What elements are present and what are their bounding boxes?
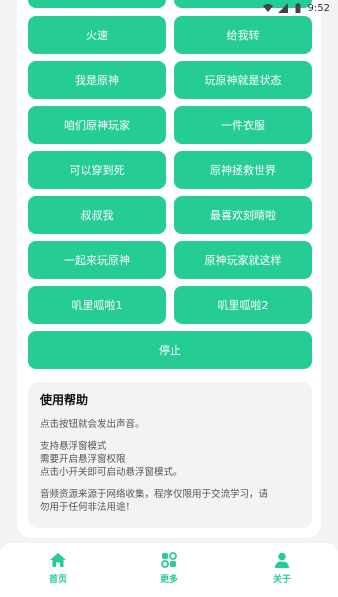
sound-button-label: 叽里呱啦1 [71, 299, 123, 312]
help-line: 勿用于任何非法用途！ [40, 502, 136, 513]
sound-button-label: 咱们原神玩家 [64, 119, 130, 132]
help-line: 点击小开关即可启动悬浮窗模式。 [40, 467, 183, 478]
sound-button-label: 玩原神就是状态 [204, 74, 282, 87]
sound-button-label: 最喜欢刻晴啦 [210, 209, 276, 222]
sound-button-1[interactable]: 火速 [28, 16, 166, 54]
help-line: 点击按钮就会发出声音。 [40, 419, 145, 430]
sound-button-11[interactable]: 一起来玩原神 [28, 241, 166, 279]
home-icon [50, 553, 66, 567]
sound-button-12[interactable]: 原神玩家就这样 [174, 241, 312, 279]
sound-button-label: 一件衣服 [221, 119, 265, 132]
status-bar: 9:52 [0, 0, 338, 16]
sound-button-label: 给我转 [226, 29, 260, 42]
nav-about-label: 关于 [272, 575, 291, 585]
nav-home-label: 首页 [48, 575, 67, 585]
status-time: 9:52 [307, 2, 330, 14]
nav-more-label: 更多 [159, 575, 178, 585]
sound-button-13[interactable]: 叽里呱啦1 [28, 286, 166, 324]
sound-button-label: 叔叔我 [80, 209, 114, 222]
sound-button-5[interactable]: 咱们原神玩家 [28, 106, 166, 144]
wifi-icon [262, 3, 273, 13]
help-line: 需要开启悬浮窗权限 [40, 454, 126, 465]
sound-button-label: 一起来玩原神 [64, 254, 130, 267]
help-line: 音频资源来源于网络收集，程序仅限用于交流学习，请 [40, 489, 269, 500]
sound-button-7[interactable]: 可以穿到死 [28, 151, 166, 189]
stop-button-label: 停止 [159, 344, 181, 357]
sound-button-14[interactable]: 叽里呱啦2 [174, 286, 312, 324]
sound-button-9[interactable]: 叔叔我 [28, 196, 166, 234]
stop-button[interactable]: 停止 [28, 331, 312, 369]
sound-button-4[interactable]: 玩原神就是状态 [174, 61, 312, 99]
sound-button-label: 我是原神 [75, 74, 119, 87]
signal-icon [277, 3, 288, 13]
help-title: 使用帮助 [40, 393, 89, 407]
nav-more[interactable]: 更多 [139, 551, 199, 585]
nav-home[interactable]: 首页 [28, 551, 88, 585]
battery-icon [293, 3, 303, 13]
sound-button-2[interactable]: 给我转 [174, 16, 312, 54]
nav-about[interactable]: 关于 [252, 551, 312, 585]
more-icon [161, 552, 177, 568]
sound-button-label: 原神拯救世界 [210, 164, 276, 177]
bottom-nav: 首页 更多 关于 [0, 543, 338, 597]
sound-button-3[interactable]: 我是原神 [28, 61, 166, 99]
sound-button-10[interactable]: 最喜欢刻晴啦 [174, 196, 312, 234]
user-icon [275, 552, 289, 568]
sound-button-8[interactable]: 原神拯救世界 [174, 151, 312, 189]
help-line: 支持悬浮窗模式 [40, 441, 107, 452]
sound-button-label: 原神玩家就这样 [204, 254, 282, 267]
help-panel: 使用帮助 点击按钮就会发出声音。 支持悬浮窗模式 需要开启悬浮窗权限 点击小开关… [28, 382, 312, 528]
sound-button-6[interactable]: 一件衣服 [174, 106, 312, 144]
sound-button-label: 可以穿到死 [69, 164, 125, 177]
sound-button-label: 火速 [86, 29, 108, 42]
sound-button-label: 叽里呱啦2 [217, 299, 269, 312]
